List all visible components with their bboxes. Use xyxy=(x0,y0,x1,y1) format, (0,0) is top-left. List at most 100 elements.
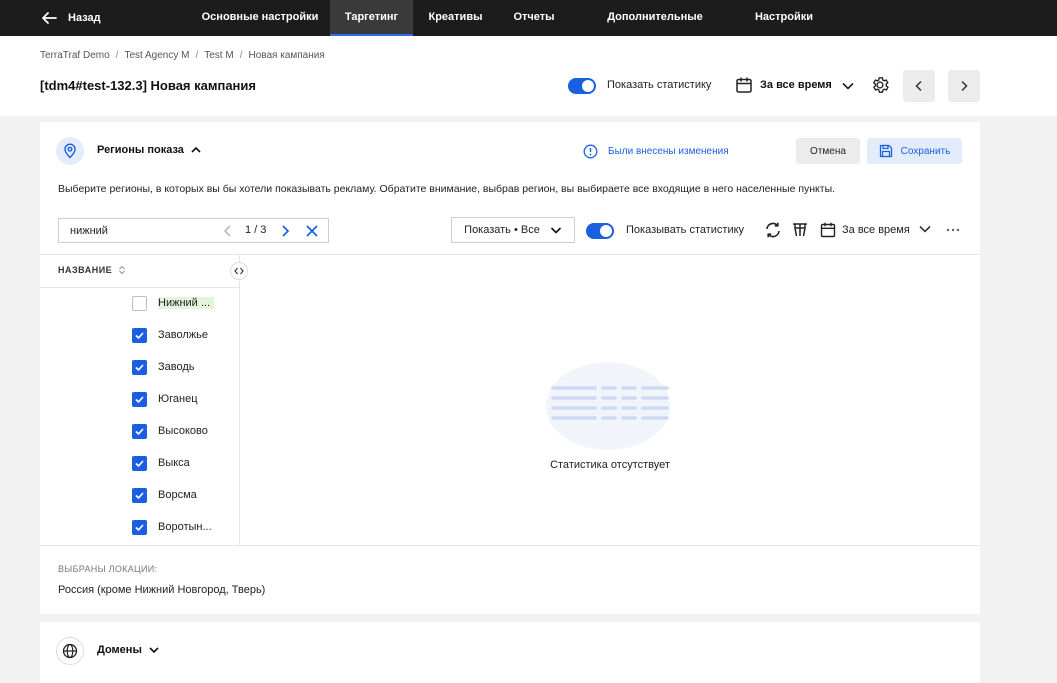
breadcrumb-item[interactable]: Test Agency M xyxy=(124,50,189,61)
breadcrumb-item-current: Новая кампания xyxy=(248,50,325,61)
checkbox[interactable] xyxy=(132,391,147,407)
location-pin-icon xyxy=(56,137,84,165)
next-button[interactable] xyxy=(948,70,980,102)
list-item[interactable]: Воротын... xyxy=(132,517,214,537)
list-item[interactable]: Ворсма xyxy=(132,485,214,505)
top-navigation: Назад Основные настройки Таргетинг Креат… xyxy=(0,0,1057,57)
list-item[interactable]: Заводь xyxy=(132,357,214,377)
chevron-right-icon xyxy=(961,80,968,92)
chevron-down-icon xyxy=(550,227,561,234)
tab-label: Дополнительные настройки xyxy=(607,11,703,57)
list-item-label: Выкса xyxy=(158,457,190,469)
cancel-button[interactable]: Отмена xyxy=(796,138,860,164)
list-item[interactable]: Нижний ... xyxy=(132,293,214,313)
domains-title: Домены xyxy=(97,644,142,656)
tab-reports[interactable]: Отчеты xyxy=(506,0,562,36)
check-icon xyxy=(135,459,144,467)
list-item[interactable]: Высоково xyxy=(132,421,214,441)
domains-section-toggle[interactable]: Домены xyxy=(97,644,160,656)
checkbox[interactable] xyxy=(132,519,147,535)
list-item-label: Воротын... xyxy=(158,521,212,533)
tab-settings[interactable]: Настройки xyxy=(748,0,820,36)
check-icon xyxy=(135,491,144,499)
info-icon xyxy=(583,144,598,159)
breadcrumb-separator: / xyxy=(115,50,119,61)
tab-basic-settings[interactable]: Основные настройки xyxy=(200,0,320,36)
breadcrumb-separator: / xyxy=(239,50,243,61)
list-item-label: Заволжье xyxy=(158,329,208,341)
empty-state-text: Статистика отсутствует xyxy=(550,459,670,471)
calendar-icon[interactable] xyxy=(819,221,837,239)
tab-creatives[interactable]: Креативы xyxy=(423,0,488,36)
close-icon[interactable] xyxy=(305,224,319,238)
breadcrumb-item[interactable]: Test M xyxy=(204,50,233,61)
chevron-right-icon[interactable] xyxy=(279,224,291,238)
checkbox[interactable] xyxy=(132,359,147,375)
header-divider xyxy=(40,287,240,288)
globe-icon xyxy=(56,637,84,665)
regions-card: Регионы показа Были внесены изменения От… xyxy=(40,122,980,614)
cancel-label: Отмена xyxy=(810,145,846,157)
checkbox[interactable] xyxy=(132,295,147,311)
check-icon xyxy=(135,363,144,371)
refresh-icon[interactable] xyxy=(764,221,782,239)
breadcrumb-item[interactable]: TerraTraf Demo xyxy=(40,50,110,61)
show-filter-select[interactable]: Показать • Все xyxy=(451,217,575,243)
changes-notice-text: Были внесены изменения xyxy=(608,146,729,157)
save-label: Сохранить xyxy=(900,145,951,157)
prev-button[interactable] xyxy=(903,70,935,102)
checkbox[interactable] xyxy=(132,327,147,343)
list-item[interactable]: Юганец xyxy=(132,389,214,409)
empty-table-illustration xyxy=(546,362,670,450)
chevron-down-icon[interactable] xyxy=(841,79,855,93)
more-horizontal-icon[interactable] xyxy=(945,222,961,238)
tab-label: Креативы xyxy=(428,11,483,23)
save-button[interactable]: Сохранить xyxy=(867,138,962,164)
chevron-up-icon xyxy=(191,146,201,153)
list-item[interactable]: Заволжье xyxy=(132,325,214,345)
column-header-name[interactable]: НАЗВАНИЕ xyxy=(58,265,126,275)
search-input[interactable] xyxy=(70,224,220,237)
columns-icon[interactable] xyxy=(791,221,809,239)
list-item-label: Высоково xyxy=(158,425,208,437)
code-arrows-icon xyxy=(234,267,244,275)
check-icon xyxy=(135,427,144,435)
period-select[interactable]: За все время xyxy=(760,79,832,91)
regions-table: НАЗВАНИЕ Нижний ... Заволжье Заводь Юган… xyxy=(40,254,980,546)
tab-targeting[interactable]: Таргетинг xyxy=(330,0,413,36)
changes-notice: Были внесены изменения xyxy=(583,144,729,159)
list-item[interactable]: Выкса xyxy=(132,453,214,473)
list-item-label: Ворсма xyxy=(158,489,197,501)
back-label: Назад xyxy=(68,12,101,24)
back-button[interactable]: Назад xyxy=(40,0,101,36)
show-statistics-toggle[interactable] xyxy=(586,223,614,239)
statistics-period-select[interactable]: За все время xyxy=(842,224,910,236)
tab-label: Отчеты xyxy=(513,11,555,23)
domains-card: Домены xyxy=(40,622,980,683)
calendar-icon[interactable] xyxy=(735,76,753,94)
regions-section-toggle[interactable]: Регионы показа xyxy=(97,144,202,156)
tab-label: Таргетинг xyxy=(344,11,399,23)
show-stats-toggle[interactable] xyxy=(568,78,596,94)
checkbox[interactable] xyxy=(132,487,147,503)
list-item-label: Юганец xyxy=(158,393,198,405)
tab-label: Настройки xyxy=(754,11,814,23)
breadcrumb-separator: / xyxy=(195,50,199,61)
sort-icon xyxy=(119,265,126,275)
check-icon xyxy=(135,523,144,531)
list-item-label: Заводь xyxy=(158,361,195,373)
page-title: [tdm4#test-132.3] Новая кампания xyxy=(40,78,256,93)
gear-icon[interactable] xyxy=(870,75,890,95)
chevron-down-icon[interactable] xyxy=(918,222,932,236)
checkbox[interactable] xyxy=(132,423,147,439)
check-icon xyxy=(135,395,144,403)
show-stats-label: Показать статистику xyxy=(607,79,712,91)
list-item-label: Нижний ... xyxy=(158,297,214,309)
checkbox[interactable] xyxy=(132,455,147,471)
chevron-down-icon xyxy=(149,647,159,654)
chevron-left-icon[interactable] xyxy=(222,224,234,238)
tab-additional-settings[interactable]: Дополнительные настройки xyxy=(580,0,730,57)
pane-resize-handle[interactable] xyxy=(230,262,248,280)
selected-locations-value: Россия (кроме Нижний Новгород, Тверь) xyxy=(58,584,266,596)
breadcrumb: TerraTraf Demo / Test Agency M / Test M … xyxy=(40,50,325,61)
